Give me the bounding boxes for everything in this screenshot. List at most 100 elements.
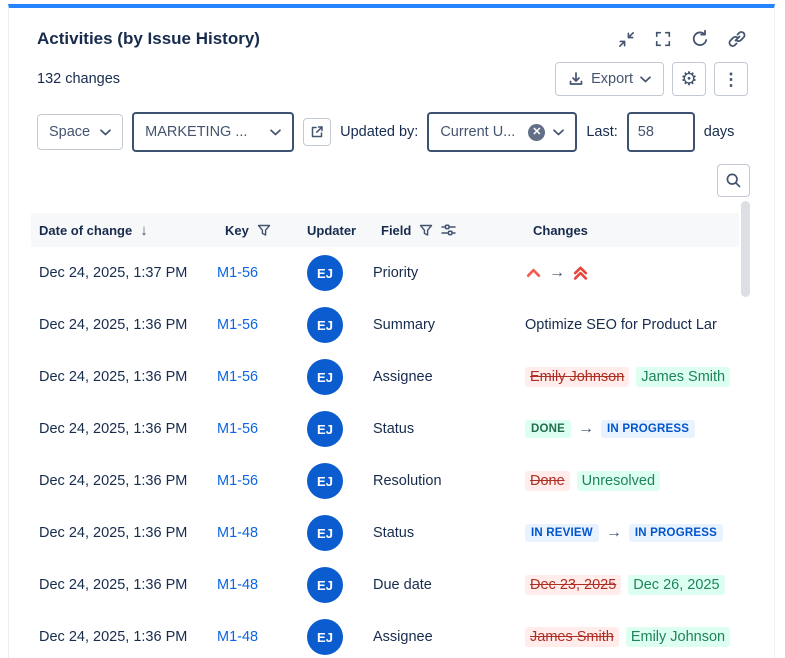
old-value-chip: Emily Johnson xyxy=(525,367,629,387)
search-button[interactable] xyxy=(717,164,750,197)
table-row: Dec 24, 2025, 1:36 PMM1-48EJStatusIN REV… xyxy=(31,507,739,559)
col-label: Changes xyxy=(533,223,588,238)
table-header: Date of change ↓ Key Updater Field xyxy=(31,213,739,247)
updater-cell: EJ xyxy=(299,411,373,447)
old-status-badge: IN REVIEW xyxy=(525,524,599,542)
avatar[interactable]: EJ xyxy=(307,619,343,655)
table-row: Dec 24, 2025, 1:36 PMM1-56EJStatusDONE→I… xyxy=(31,403,739,455)
chevron-down-icon xyxy=(270,129,281,136)
table-row: Dec 24, 2025, 1:36 PMM1-56EJAssigneeEmil… xyxy=(31,351,739,403)
date-of-change-cell: Dec 24, 2025, 1:36 PM xyxy=(31,577,217,593)
updater-cell: EJ xyxy=(299,619,373,655)
new-value-chip: Emily Johnson xyxy=(626,627,730,647)
changes-cell: DoneUnresolved xyxy=(525,471,739,491)
search-row xyxy=(9,152,774,197)
sort-descending-icon[interactable]: ↓ xyxy=(140,222,148,239)
table-row: Dec 24, 2025, 1:36 PMM1-48EJDue dateDec … xyxy=(31,559,739,611)
col-label: Field xyxy=(381,223,411,238)
filter-funnel-icon[interactable] xyxy=(257,224,271,237)
new-value-chip: Dec 26, 2025 xyxy=(628,575,724,595)
avatar[interactable]: EJ xyxy=(307,359,343,395)
clear-filter-icon[interactable]: ✕ xyxy=(528,124,545,141)
issue-key-link[interactable]: M1-48 xyxy=(217,629,258,645)
table-row: Dec 24, 2025, 1:36 PMM1-48EJAssigneeJame… xyxy=(31,611,739,658)
table-row: Dec 24, 2025, 1:36 PMM1-56EJSummaryOptim… xyxy=(31,299,739,351)
new-status-badge: IN PROGRESS xyxy=(629,524,723,542)
changes-cell: → xyxy=(525,264,739,282)
open-project-link-button[interactable] xyxy=(303,118,331,146)
search-icon xyxy=(725,172,742,189)
avatar[interactable]: EJ xyxy=(307,307,343,343)
kebab-menu-icon: ⋮ xyxy=(723,71,740,88)
key-cell: M1-48 xyxy=(217,577,299,593)
issue-key-link[interactable]: M1-48 xyxy=(217,525,258,541)
avatar[interactable]: EJ xyxy=(307,463,343,499)
table-row: Dec 24, 2025, 1:37 PMM1-56 EJ Priority→ xyxy=(31,247,739,299)
chevron-down-icon xyxy=(640,76,651,83)
updated-by-label: Updated by: xyxy=(340,124,418,140)
updater-cell: EJ xyxy=(299,463,373,499)
issue-key-link[interactable]: M1-56 xyxy=(217,421,258,437)
issue-key-link[interactable]: M1-56 xyxy=(217,369,258,385)
field-cell: Priority xyxy=(373,265,525,281)
avatar[interactable]: EJ xyxy=(307,515,343,551)
project-dropdown-value: MARKETING ... xyxy=(145,124,247,140)
col-changes[interactable]: Changes xyxy=(525,223,739,238)
issue-key-link[interactable]: M1-56 xyxy=(217,317,258,333)
collapse-icon[interactable] xyxy=(615,28,637,50)
old-value-chip: Done xyxy=(525,471,570,491)
new-status-badge: IN PROGRESS xyxy=(601,420,695,438)
days-label: days xyxy=(704,124,735,140)
more-options-button[interactable]: ⋮ xyxy=(714,62,748,96)
issue-key-link[interactable]: M1-56 xyxy=(217,265,258,281)
fullscreen-icon[interactable] xyxy=(652,28,674,50)
date-of-change-cell: Dec 24, 2025, 1:36 PM xyxy=(31,317,217,333)
key-cell: M1-56 xyxy=(217,473,299,489)
avatar[interactable]: EJ xyxy=(307,255,343,291)
date-of-change-cell: Dec 24, 2025, 1:36 PM xyxy=(31,369,217,385)
toolbar: 132 changes Export ⚙ ⋮ xyxy=(9,50,774,96)
date-of-change-cell: Dec 24, 2025, 1:37 PM xyxy=(31,265,217,281)
key-cell: M1-56 xyxy=(217,369,299,385)
field-cell: Assignee xyxy=(373,629,525,645)
export-button[interactable]: Export xyxy=(555,62,664,96)
space-dropdown[interactable]: Space xyxy=(37,114,123,150)
link-icon[interactable] xyxy=(726,28,748,50)
updater-cell: EJ xyxy=(299,307,373,343)
col-date-of-change[interactable]: Date of change ↓ xyxy=(31,222,217,239)
updater-cell: EJ xyxy=(299,567,373,603)
project-dropdown[interactable]: MARKETING ... xyxy=(132,112,294,152)
key-cell: M1-48 xyxy=(217,629,299,645)
chevron-down-icon xyxy=(553,129,564,136)
field-cell: Status xyxy=(373,421,525,437)
chevron-down-icon xyxy=(100,129,111,136)
filter-funnel-icon[interactable] xyxy=(419,224,433,237)
changes-cell: DONE→IN PROGRESS xyxy=(525,420,739,438)
field-settings-sliders-icon[interactable] xyxy=(441,223,456,237)
refresh-icon[interactable] xyxy=(689,28,711,50)
last-days-input[interactable] xyxy=(627,112,695,152)
updater-cell: EJ xyxy=(299,515,373,551)
vertical-scrollbar[interactable] xyxy=(741,201,750,297)
col-field[interactable]: Field xyxy=(373,223,525,238)
field-cell: Resolution xyxy=(373,473,525,489)
panel-header: Activities (by Issue History) xyxy=(9,8,774,50)
priority-highest-icon xyxy=(572,266,589,280)
filter-bar: Space MARKETING ... Updated by: Current … xyxy=(9,96,774,152)
issue-key-link[interactable]: M1-56 xyxy=(217,473,258,489)
avatar[interactable]: EJ xyxy=(307,411,343,447)
updated-by-value: Current U... xyxy=(440,124,515,140)
updater-cell: EJ xyxy=(299,255,373,291)
settings-button[interactable]: ⚙ xyxy=(672,62,706,96)
window-controls xyxy=(615,28,748,50)
issue-key-link[interactable]: M1-48 xyxy=(217,577,258,593)
old-value-chip: James Smith xyxy=(525,627,619,647)
updater-cell: EJ xyxy=(299,359,373,395)
activity-gadget-panel: Activities (by Issue History) xyxy=(8,4,775,658)
col-key[interactable]: Key xyxy=(217,223,299,238)
table-row: Dec 24, 2025, 1:36 PMM1-56EJResolutionDo… xyxy=(31,455,739,507)
avatar[interactable]: EJ xyxy=(307,567,343,603)
updated-by-dropdown[interactable]: Current U... ✕ xyxy=(427,112,577,152)
col-updater[interactable]: Updater xyxy=(299,223,373,238)
field-cell: Summary xyxy=(373,317,525,333)
